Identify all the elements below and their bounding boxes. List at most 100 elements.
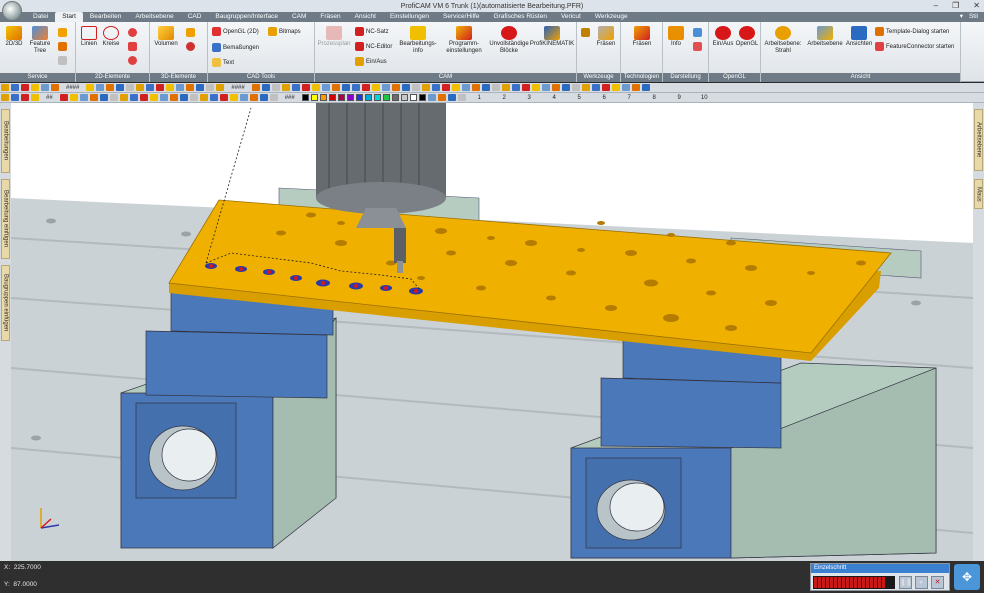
toolbar-tool-icon[interactable] bbox=[541, 84, 550, 91]
toolbar-tool-icon[interactable] bbox=[129, 94, 138, 101]
toolbar-tool-icon[interactable] bbox=[631, 84, 640, 91]
toolbar-tool-icon[interactable] bbox=[311, 84, 320, 91]
toolbar-tool-icon[interactable] bbox=[229, 94, 238, 101]
toolbar-tool-icon[interactable] bbox=[79, 94, 88, 101]
toolbar-tool-icon[interactable] bbox=[641, 84, 650, 91]
template-dialog-button[interactable]: Template-Dialog starten bbox=[875, 27, 949, 36]
display-option-icon[interactable] bbox=[693, 28, 702, 37]
ellipse-icon[interactable] bbox=[128, 56, 137, 65]
stop-button[interactable]: ✕ bbox=[931, 576, 944, 589]
menu-tab[interactable]: Vericut bbox=[554, 12, 588, 22]
toolbar-tool-icon[interactable] bbox=[531, 84, 540, 91]
profikinematik-button[interactable]: ProfiKINEMATIK bbox=[529, 26, 575, 48]
menu-tab[interactable]: CAD bbox=[181, 12, 209, 22]
service-tool-icon[interactable] bbox=[58, 56, 67, 65]
toolbar-tool-icon[interactable] bbox=[421, 84, 430, 91]
navigation-arrows-icon[interactable]: ✥ bbox=[954, 564, 980, 590]
toolbar-tool-icon[interactable] bbox=[59, 94, 68, 101]
toolbar-tool-icon[interactable] bbox=[239, 94, 248, 101]
toolbar-tool-icon[interactable] bbox=[591, 84, 600, 91]
layer-number[interactable]: 1 bbox=[467, 95, 492, 101]
toolbar-tool-icon[interactable] bbox=[116, 84, 125, 91]
maximize-button[interactable]: ❐ bbox=[952, 0, 959, 12]
toolbar-tool-icon[interactable] bbox=[11, 84, 19, 91]
volumen-button[interactable]: Volumen bbox=[153, 26, 179, 48]
toolbar-tool-icon[interactable] bbox=[219, 94, 228, 101]
menu-tab[interactable]: Start bbox=[55, 12, 83, 22]
sidetab-maus[interactable]: Maus bbox=[974, 179, 983, 209]
toolbar-tool-icon[interactable] bbox=[291, 84, 300, 91]
menu-tab[interactable]: Fräsen bbox=[313, 12, 347, 22]
kreise-button[interactable]: Kreise bbox=[100, 26, 122, 48]
toolbar-tool-icon[interactable] bbox=[189, 94, 198, 101]
toolbar-tool-icon[interactable] bbox=[51, 84, 59, 91]
minimize-button[interactable]: – bbox=[934, 0, 938, 12]
toolbar-field[interactable]: #### bbox=[66, 85, 79, 91]
toolbar-tool-icon[interactable] bbox=[99, 94, 108, 101]
bitmaps-button[interactable]: Bitmaps bbox=[268, 27, 301, 36]
unvollstaendige-bloecke-button[interactable]: Unvollständige Blöcke bbox=[489, 26, 529, 55]
close-button[interactable]: ✕ bbox=[973, 0, 980, 12]
toolbar-tool-icon[interactable] bbox=[561, 84, 570, 91]
sidetab-bearbeitung-einfuegen[interactable]: Bearbeitung einfügen bbox=[1, 179, 10, 259]
toolbar-tool-icon[interactable] bbox=[259, 94, 268, 101]
arbeitsebene-button[interactable]: Arbeitsebene bbox=[805, 26, 845, 48]
toolbar-field[interactable]: #### bbox=[231, 85, 244, 91]
toolbar-tool-icon[interactable] bbox=[21, 84, 29, 91]
toolbar-tool-icon[interactable] bbox=[146, 84, 155, 91]
toolbar-tool-icon[interactable] bbox=[611, 84, 620, 91]
help-icon[interactable]: ▾ bbox=[960, 12, 963, 22]
color-swatch[interactable] bbox=[409, 94, 417, 101]
toolbar-tool-icon[interactable] bbox=[89, 94, 98, 101]
layer-number[interactable]: 2 bbox=[492, 95, 517, 101]
toolbar-tool-icon[interactable] bbox=[69, 94, 78, 101]
color-swatch[interactable] bbox=[301, 94, 309, 101]
toolbar-tool-icon[interactable] bbox=[457, 94, 466, 101]
menu-tab[interactable]: Baugruppen/Interface bbox=[208, 12, 285, 22]
app-logo-icon[interactable] bbox=[2, 1, 22, 21]
color-swatch[interactable] bbox=[337, 94, 345, 101]
color-swatch[interactable] bbox=[328, 94, 336, 101]
toolbar-tool-icon[interactable] bbox=[431, 84, 440, 91]
color-swatch[interactable] bbox=[373, 94, 381, 101]
toolbar-tool-icon[interactable] bbox=[216, 84, 225, 91]
menu-tab[interactable]: Bearbeiten bbox=[83, 12, 128, 22]
toolbar-tool-icon[interactable] bbox=[136, 84, 145, 91]
toolbar-tool-icon[interactable] bbox=[521, 84, 530, 91]
layer-number[interactable]: 5 bbox=[567, 95, 592, 101]
toolbar-tool-icon[interactable] bbox=[261, 84, 270, 91]
toolbar-tool-icon[interactable] bbox=[441, 84, 450, 91]
menu-tab[interactable]: Ansicht bbox=[348, 12, 383, 22]
toolbar-tool-icon[interactable] bbox=[371, 84, 380, 91]
toolbar-tool-icon[interactable] bbox=[301, 84, 310, 91]
sidetab-bearbeitungen[interactable]: Bearbeitungen bbox=[1, 109, 10, 173]
toolbar-tool-icon[interactable] bbox=[1, 94, 9, 101]
bearbeitungsinfo-button[interactable]: Bearbeitungs-info bbox=[397, 26, 439, 55]
layer-number[interactable]: 7 bbox=[617, 95, 642, 101]
featureconnector-button[interactable]: FeatureConnector starten bbox=[875, 42, 954, 51]
toolbar-tool-icon[interactable] bbox=[126, 84, 135, 91]
sphere-icon[interactable] bbox=[186, 42, 195, 51]
bemassungen-button[interactable]: Bemaßungen bbox=[212, 43, 259, 52]
layer-number[interactable]: 6 bbox=[592, 95, 617, 101]
layer-number[interactable]: 10 bbox=[692, 95, 717, 101]
toolbar-tool-icon[interactable] bbox=[481, 84, 490, 91]
toolbar-tool-icon[interactable] bbox=[271, 84, 280, 91]
color-swatch[interactable] bbox=[355, 94, 363, 101]
color-swatch[interactable] bbox=[382, 94, 390, 101]
menu-tab[interactable]: Werkzeuge bbox=[588, 12, 635, 22]
layer-number[interactable]: 4 bbox=[542, 95, 567, 101]
einaus-cam-button[interactable]: Ein/Aus bbox=[355, 57, 387, 66]
text-button[interactable]: Text bbox=[212, 58, 234, 67]
toolbar-tool-icon[interactable] bbox=[551, 84, 560, 91]
toolbar-tool-icon[interactable] bbox=[427, 94, 436, 101]
toolbar-tool-icon[interactable] bbox=[169, 94, 178, 101]
toolbar-tool-icon[interactable] bbox=[381, 84, 390, 91]
toolbar-tool-icon[interactable] bbox=[86, 84, 95, 91]
toolbar-tool-icon[interactable] bbox=[31, 84, 39, 91]
linien-button[interactable]: Linien bbox=[78, 26, 100, 48]
toolbar-tool-icon[interactable] bbox=[391, 84, 400, 91]
opengl2d-button[interactable]: OpenGL (2D) bbox=[212, 27, 259, 36]
layer-number[interactable]: 3 bbox=[517, 95, 542, 101]
toolbar-tool-icon[interactable] bbox=[186, 84, 195, 91]
